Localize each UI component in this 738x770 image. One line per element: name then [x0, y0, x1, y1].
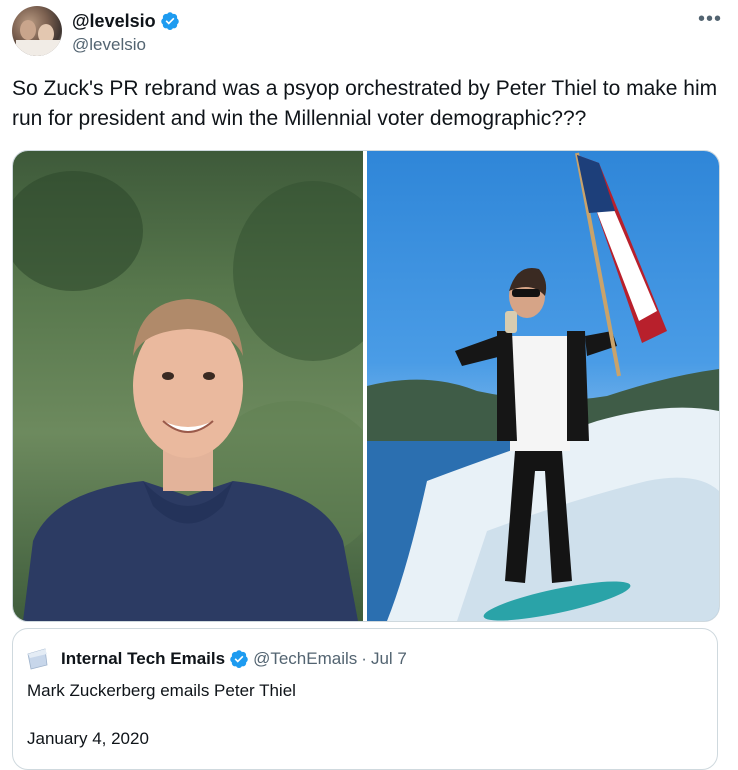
verified-badge-icon	[160, 12, 179, 30]
verified-badge-icon	[230, 650, 248, 668]
surfing-illustration	[367, 152, 719, 621]
separator-dot: ·	[361, 649, 367, 668]
author-display-name[interactable]: @levelsio	[72, 11, 156, 32]
tweet-text: So Zuck's PR rebrand was a psyop orchest…	[12, 77, 718, 130]
quoted-tweet-header: Internal Tech Emails @TechEmails · Jul 7	[27, 647, 407, 671]
author-name-row: @levelsio	[72, 10, 180, 32]
quoted-author-avatar[interactable]	[27, 648, 49, 670]
author-avatar[interactable]	[12, 6, 62, 56]
author-handle[interactable]: @levelsio	[72, 35, 146, 55]
quoted-tweet-text: Mark Zuckerberg emails Peter Thiel	[27, 681, 296, 700]
quoted-author-name[interactable]: Internal Tech Emails	[61, 649, 225, 669]
portrait-illustration	[13, 171, 363, 621]
media-photo-right[interactable]	[367, 151, 719, 621]
quoted-author-handle[interactable]: @TechEmails	[253, 649, 357, 669]
tweet-header: @levelsio @levelsio •••	[12, 6, 726, 58]
quoted-tweet[interactable]: Internal Tech Emails @TechEmails · Jul 7…	[12, 628, 718, 770]
quoted-tweet-text-line2: January 4, 2020	[27, 729, 149, 748]
tweet-media[interactable]	[12, 150, 720, 622]
quoted-tweet-date[interactable]: Jul 7	[371, 649, 407, 669]
more-options-icon[interactable]: •••	[698, 8, 722, 31]
media-photo-left[interactable]	[13, 151, 363, 621]
